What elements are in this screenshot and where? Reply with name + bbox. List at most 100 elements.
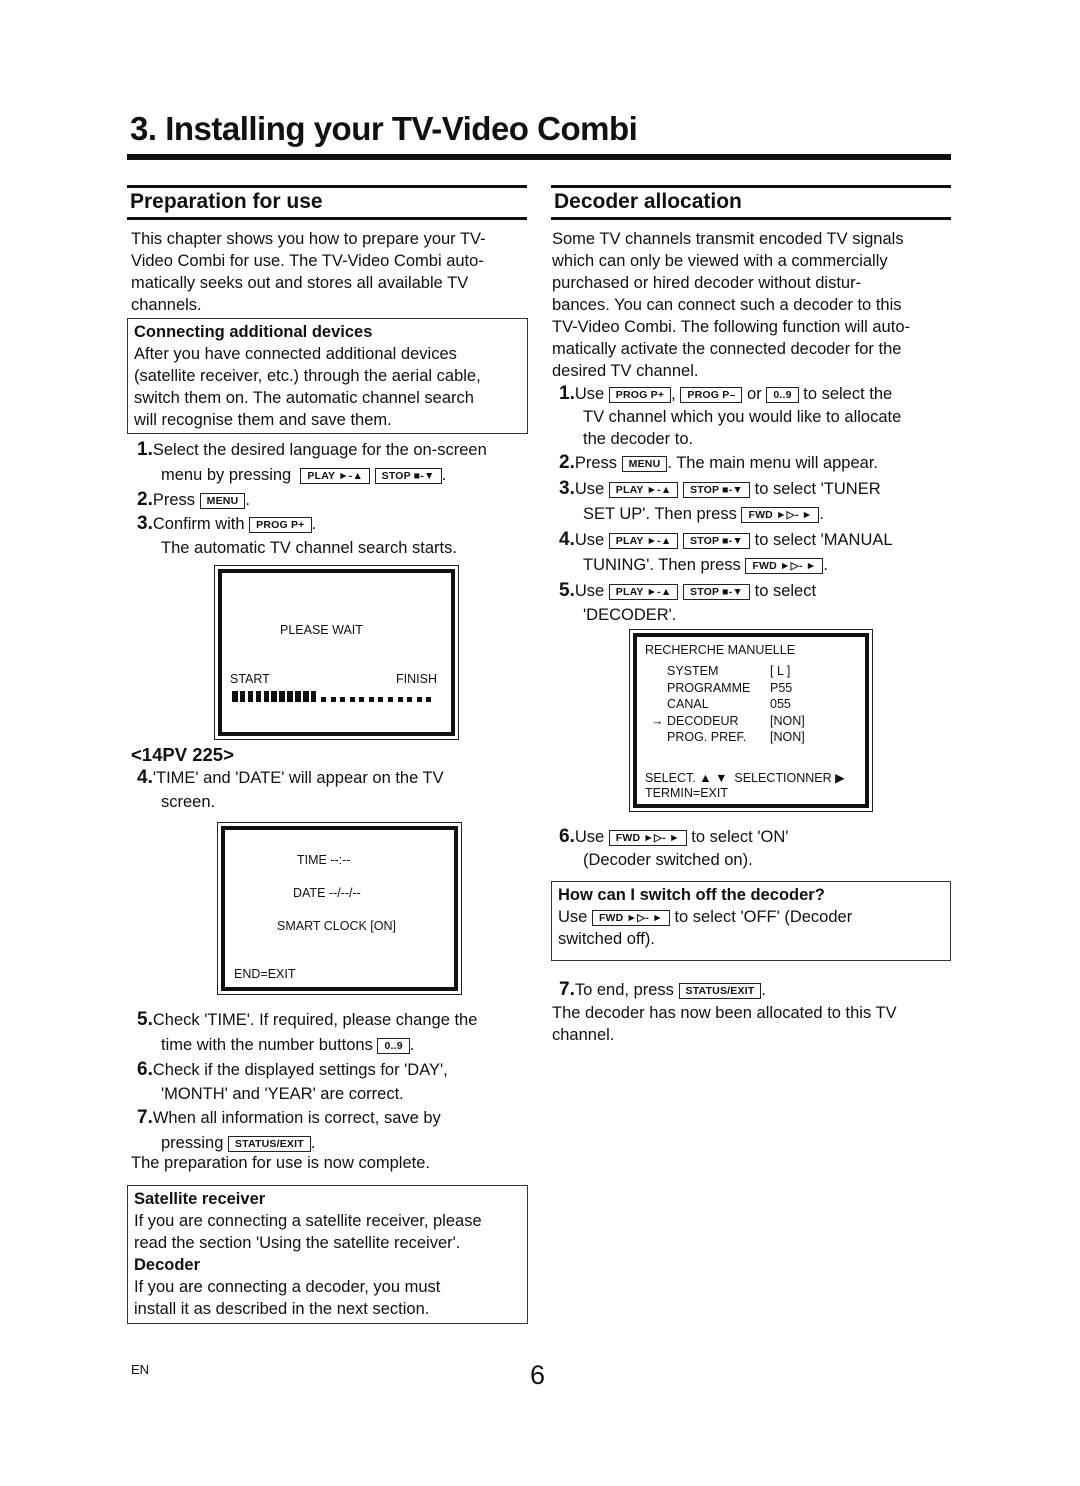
text-line: If you are connecting a satellite receiv… <box>134 1212 482 1230</box>
text-line: switched off). <box>558 930 655 948</box>
step-text: Use <box>574 480 605 498</box>
text-line: matically activate the connected decoder… <box>552 340 902 358</box>
step-text: Check if the displayed settings for 'DAY… <box>152 1061 448 1079</box>
down-arrow-icon: ▼ <box>715 771 728 785</box>
select-hint: SELECT. ▲ ▼ SELECTIONNER ▶ <box>645 770 845 785</box>
digits-key: 0..9 <box>377 1038 410 1054</box>
decoder-intro: Some TV channels transmit encoded TV sig… <box>552 228 952 382</box>
progress-block-empty <box>359 697 365 702</box>
progress-block-filled <box>287 691 293 702</box>
step-number: 7. <box>137 1107 153 1128</box>
step-text: Use <box>558 908 588 926</box>
decoder-outro: The decoder has now been allocated to th… <box>552 1002 952 1046</box>
note-title: Satellite receiver <box>134 1190 266 1208</box>
menu-row-label: CANAL <box>667 697 709 711</box>
step-text: When all information is correct, save by <box>152 1109 441 1127</box>
text-line: After you have connected additional devi… <box>134 345 457 363</box>
satellite-decoder-note: Satellite receiver If you are connecting… <box>127 1185 528 1324</box>
step-text: To end, press <box>574 981 674 999</box>
progress-block-filled <box>232 691 238 702</box>
tv-screen-search: PLEASE WAIT START FINISH <box>214 565 459 740</box>
model-label: <14PV 225> <box>131 744 234 765</box>
status-exit-key: STATUS/EXIT <box>678 983 762 999</box>
text-line: TV-Video Combi. The following function w… <box>552 318 910 336</box>
preparation-intro: This chapter shows you how to prepare yo… <box>131 228 531 316</box>
separator: , <box>671 385 676 403</box>
step-number: 5. <box>559 580 575 601</box>
step-text: Use <box>574 582 605 600</box>
step-text: time with the number buttons <box>161 1036 373 1054</box>
prog-plus-key: PROG P+ <box>608 387 672 403</box>
prog-plus-key: PROG P+ <box>249 517 312 533</box>
switch-off-decoder-note: How can I switch off the decoder? Use FW… <box>551 881 951 961</box>
progress-block-filled <box>295 691 301 702</box>
step-number: 3. <box>137 513 153 534</box>
language-code: EN <box>131 1362 150 1377</box>
text-line: purchased or hired decoder without distu… <box>552 274 862 292</box>
step-text: Confirm with <box>152 515 245 533</box>
progress-block-empty <box>330 697 336 702</box>
play-key: PLAY ►-▲ <box>608 482 679 498</box>
fwd-key: FWD ►▷- ► <box>591 910 670 926</box>
step-text: TV channel which you would like to alloc… <box>583 408 902 426</box>
section-header-preparation: Preparation for use <box>127 185 527 220</box>
page-title: 3. Installing your TV-Video Combi <box>130 110 638 147</box>
prog-minus-key: PROG P– <box>680 387 743 403</box>
play-key: PLAY ►-▲ <box>300 468 371 484</box>
step-number: 6. <box>137 1059 153 1080</box>
please-wait-text: PLEASE WAIT <box>280 623 363 637</box>
prep-complete-text: The preparation for use is now complete. <box>131 1154 430 1172</box>
step-text: SET UP'. Then press <box>583 505 737 523</box>
connecting-devices-note: Connecting additional devices After you … <box>127 318 528 434</box>
fwd-key: FWD ►▷- ► <box>608 830 687 846</box>
text-line: will recognise them and save them. <box>134 411 392 429</box>
progress-block-empty <box>407 697 413 702</box>
text-line: matically seeks out and stores all avail… <box>131 274 469 292</box>
play-key: PLAY ►-▲ <box>608 533 679 549</box>
decoder-step-7: 7.To end, press STATUS/EXIT. <box>559 979 767 1000</box>
digits-key: 0..9 <box>766 387 799 403</box>
progress-block-filled <box>303 691 309 702</box>
fwd-key: FWD ►▷- ► <box>745 558 824 574</box>
step-text: to select 'MANUAL <box>754 531 893 549</box>
time-readout: TIME --:-- <box>297 853 351 867</box>
page-number: 6 <box>530 1360 546 1390</box>
step-text: the decoder to. <box>583 430 694 448</box>
step-text: to select 'ON' <box>691 828 789 846</box>
progress-block-empty <box>416 697 422 702</box>
step-text: screen. <box>161 793 216 811</box>
progress-block-empty <box>388 697 394 702</box>
title-rule <box>127 154 951 160</box>
divider <box>127 217 527 220</box>
menu-key: MENU <box>199 493 246 509</box>
up-arrow-icon: ▲ <box>699 771 712 785</box>
text-line: Video Combi for use. The TV-Video Combi … <box>131 252 484 270</box>
step-text: Use <box>574 828 605 846</box>
tv-screen-inner: PLEASE WAIT START FINISH <box>218 569 455 736</box>
step-text: Press <box>574 454 618 472</box>
section-heading: Preparation for use <box>130 190 323 213</box>
step-text: to select 'OFF' (Decoder <box>674 908 853 926</box>
stop-key: STOP ■-▼ <box>683 584 751 600</box>
play-key: PLAY ►-▲ <box>608 584 679 600</box>
step-text: . The main menu will appear. <box>667 454 879 472</box>
menu-row-label: PROGRAMME <box>667 680 751 695</box>
tv-screen-manual-tuning: RECHERCHE MANUELLE SYSTEM [ L ] PROGRAMME P… <box>629 629 873 812</box>
step-number: 2. <box>559 452 575 473</box>
right-arrow-icon: ▶ <box>835 771 845 785</box>
step-text: Check 'TIME'. If required, please change… <box>152 1011 478 1029</box>
step-number: 4. <box>137 767 153 788</box>
menu-row-value: [NON] <box>770 730 805 744</box>
step-number: 4. <box>559 529 575 550</box>
menu-row-value: 055 <box>770 697 791 711</box>
section-heading: Decoder allocation <box>554 190 742 213</box>
menu-row-value: [NON] <box>770 713 805 728</box>
progress-block-filled <box>255 691 262 702</box>
step-text: menu by pressing <box>161 466 292 484</box>
step-text: 'DECODER'. <box>583 606 677 624</box>
progress-block-filled <box>279 691 285 702</box>
step-number: 6. <box>559 826 575 847</box>
menu-key: MENU <box>621 456 668 472</box>
note-title: Decoder <box>134 1256 201 1274</box>
prep-steps-5-7: 5.Check 'TIME'. If required, please chan… <box>137 1008 537 1156</box>
